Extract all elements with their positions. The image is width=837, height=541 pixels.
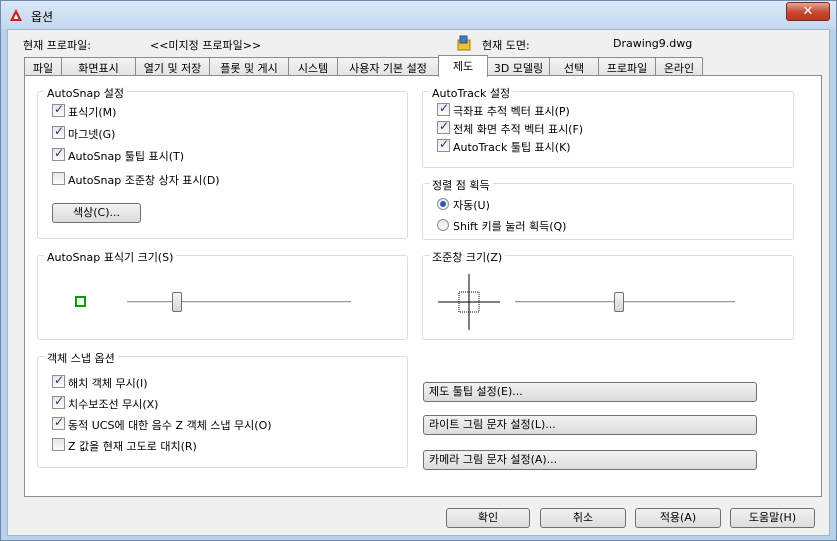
aperture-preview-icon [438,274,500,330]
tab-drafting[interactable]: 제도 [438,55,488,77]
shift-acquire-radio[interactable] [437,219,449,231]
marker-checkbox[interactable] [52,102,65,117]
autosnap-tooltip-label: AutoSnap 툴팁 표시(T) [68,150,184,163]
marker-size-slider-track[interactable] [127,301,351,304]
auto-acquire-label: 자동(U) [453,199,490,212]
object-snap-options-group: 객체 스냅 옵션 해치 객체 무시(I) 치수보조선 무시(X) 동적 UCS에… [37,350,408,468]
current-drawing-label: 현재 도면: [482,39,530,52]
ok-button[interactable]: 확인 [446,508,530,528]
fullscreen-vector-checkbox[interactable] [437,119,450,134]
current-profile-label: 현재 프로파일: [23,39,91,52]
window-title: 옵션 [31,10,54,24]
aperture-size-group: 조준창 크기(Z) [422,249,794,340]
marker-size-slider-thumb[interactable] [172,292,182,312]
close-button[interactable]: ✕ [786,2,830,21]
aperture-size-slider-thumb[interactable] [614,292,624,312]
fullscreen-vector-label: 전체 화면 추적 벡터 표시(F) [453,123,584,136]
polar-vector-label: 극좌표 추적 벡터 표시(P) [453,105,570,118]
marker-size-group: AutoSnap 표식기 크기(S) [37,249,408,340]
tab-display[interactable]: 화면표시 [61,57,136,76]
marker-size-title: AutoSnap 표식기 크기(S) [44,249,177,265]
tab-system[interactable]: 시스템 [288,57,338,76]
tab-profiles[interactable]: 프로파일 [598,57,656,76]
aperture-box-checkbox[interactable] [52,172,65,185]
alignment-acquisition-group: 정렬 점 획득 자동(U) Shift 키를 눌러 획득(Q) [422,177,794,240]
ignore-dimension-checkbox[interactable] [52,394,65,409]
ignore-hatch-checkbox[interactable] [52,373,65,388]
options-dialog: 옵션 ✕ 현재 프로파일: <<미지정 프로파일>> 현재 도면: Drawin… [0,0,837,541]
autosnap-settings-title: AutoSnap 설정 [44,85,127,101]
replace-z-checkbox[interactable] [52,438,65,451]
tab-user-preferences[interactable]: 사용자 기본 설정 [337,57,439,76]
aperture-box-label: AutoSnap 조준창 상자 표시(D) [68,174,220,187]
drawing-file-icon [457,35,471,51]
tab-open-save[interactable]: 열기 및 저장 [135,57,210,76]
current-drawing-value: Drawing9.dwg [613,37,693,50]
tab-files[interactable]: 파일 [24,57,62,76]
tab-3d-modeling[interactable]: 3D 모델링 [487,57,550,76]
autosnap-tooltip-checkbox[interactable] [52,146,65,161]
autocad-logo-icon [10,9,22,21]
drafting-tooltip-settings-button[interactable]: 제도 툴팁 설정(E)... [423,382,757,402]
autotrack-settings-group: AutoTrack 설정 극좌표 추적 벡터 표시(P) 전체 화면 추적 벡터… [422,85,794,168]
marker-label: 표식기(M) [68,106,117,119]
title-bar[interactable]: 옵션 ✕ [1,1,836,29]
help-button[interactable]: 도움말(H) [730,508,815,528]
auto-acquire-radio[interactable] [437,198,449,210]
object-snap-options-title: 객체 스냅 옵션 [44,350,118,366]
cancel-button[interactable]: 취소 [540,508,626,528]
tab-plot-publish[interactable]: 플롯 및 게시 [209,57,289,76]
aperture-size-title: 조준창 크기(Z) [429,249,506,265]
autosnap-settings-group: AutoSnap 설정 표식기(M) 마그넷(G) AutoSnap 툴팁 표시… [37,85,408,239]
camera-glyph-settings-button[interactable]: 카메라 그림 문자 설정(A)... [423,450,757,470]
current-profile-value: <<미지정 프로파일>> [150,39,262,52]
colors-button[interactable]: 색상(C)... [52,203,141,223]
aperture-size-slider-track[interactable] [515,301,735,304]
magnet-label: 마그넷(G) [68,128,116,141]
tab-online[interactable]: 온라인 [655,57,703,76]
ignore-negative-z-label: 동적 UCS에 대한 음수 Z 객체 스냅 무시(O) [68,419,272,432]
ignore-negative-z-checkbox[interactable] [52,415,65,430]
drafting-panel: AutoSnap 설정 표식기(M) 마그넷(G) AutoSnap 툴팁 표시… [24,75,822,497]
polar-vector-checkbox[interactable] [437,101,450,116]
autotrack-tooltip-checkbox[interactable] [437,137,450,152]
ignore-dimension-label: 치수보조선 무시(X) [68,398,159,411]
autotrack-settings-title: AutoTrack 설정 [429,85,514,101]
ignore-hatch-label: 해치 객체 무시(I) [68,377,148,390]
autotrack-tooltip-label: AutoTrack 툴팁 표시(K) [453,141,571,154]
marker-preview [75,296,86,307]
magnet-checkbox[interactable] [52,124,65,139]
light-glyph-settings-button[interactable]: 라이트 그림 문자 설정(L)... [423,415,757,435]
shift-acquire-label: Shift 키를 눌러 획득(Q) [453,220,567,233]
dialog-body: 현재 프로파일: <<미지정 프로파일>> 현재 도면: Drawing9.dw… [7,29,830,536]
apply-button[interactable]: 적용(A) [635,508,721,528]
replace-z-label: Z 값을 현재 고도로 대치(R) [68,440,197,453]
alignment-acquisition-title: 정렬 점 획득 [429,177,493,193]
tab-selection[interactable]: 선택 [549,57,599,76]
